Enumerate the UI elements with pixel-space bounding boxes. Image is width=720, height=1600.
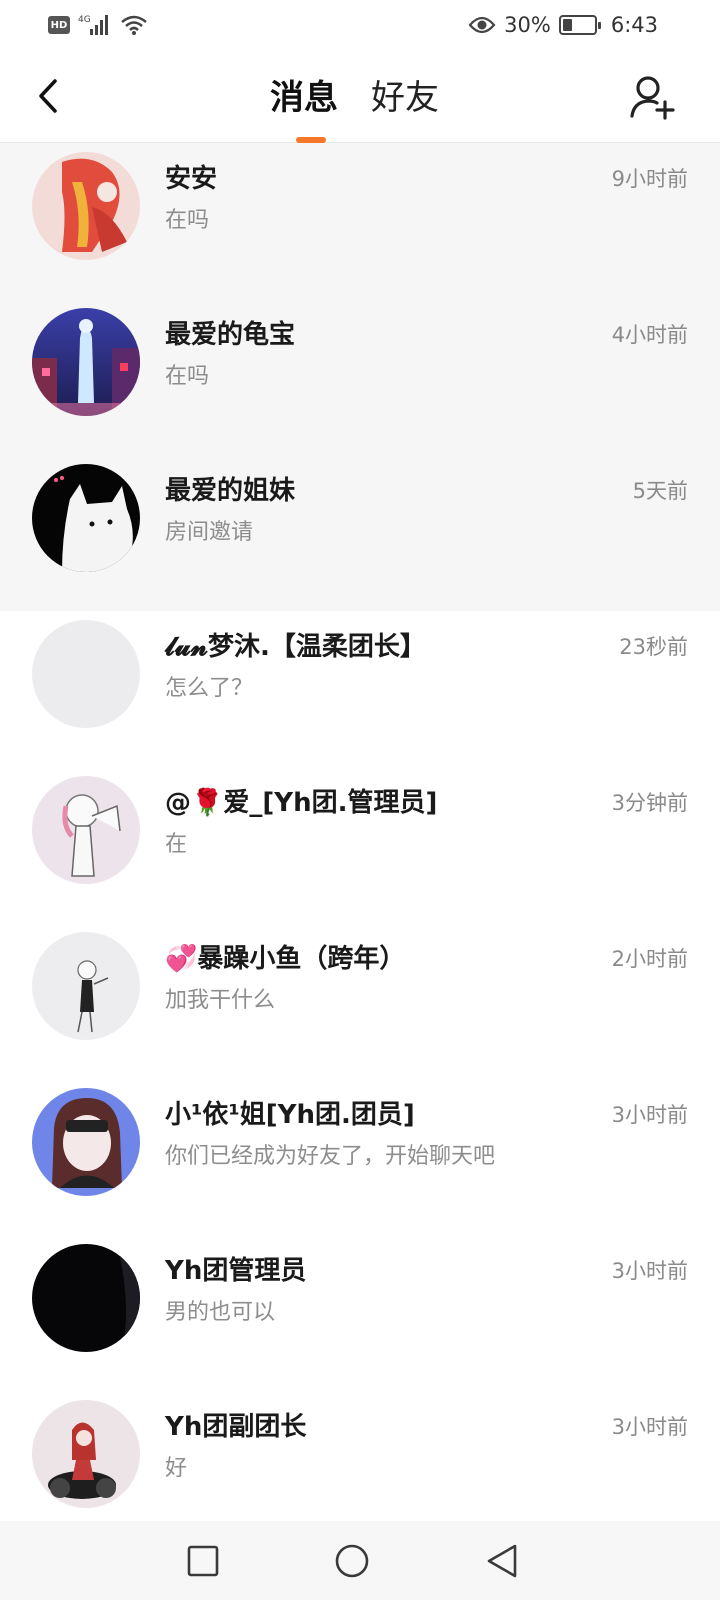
back-nav-button[interactable]: [480, 1539, 524, 1583]
contact-name: 𝓵𝓾𝓷梦沐.【温柔团长】: [165, 632, 426, 662]
status-left-icons: HD 4G: [48, 12, 148, 38]
avatar: [32, 620, 140, 728]
conversation-row[interactable]: 安安 9小时前 在吗: [0, 143, 720, 299]
message-time: 9小时前: [611, 167, 688, 191]
conversation-row[interactable]: Yh团管理员 3小时前 男的也可以: [0, 1235, 720, 1391]
message-time: 3小时前: [611, 1259, 688, 1283]
battery-percent: 30%: [504, 13, 551, 37]
avatar: [32, 308, 140, 416]
avatar: [32, 932, 140, 1040]
status-time: 6:43: [610, 13, 658, 37]
message-time: 4小时前: [611, 323, 688, 347]
message-time: 23秒前: [619, 635, 688, 659]
contact-name: 最爱的姐妹: [165, 476, 296, 506]
message-preview: 在: [165, 832, 188, 857]
status-right-icons: 30% 6:43: [468, 10, 658, 40]
avatar: [32, 1400, 140, 1508]
message-time: 5天前: [632, 479, 688, 503]
tab-friends[interactable]: 好友: [371, 74, 439, 122]
recents-square-icon: [187, 1545, 219, 1577]
contact-name: 💞暴躁小鱼（跨年）: [165, 944, 406, 974]
back-button[interactable]: [28, 74, 68, 118]
contact-name: @🌹爱_[Yh团.管理员]: [165, 788, 438, 818]
avatar: [32, 1088, 140, 1196]
battery-icon: [558, 15, 601, 35]
conversation-row[interactable]: 𝓵𝓾𝓷梦沐.【温柔团长】 23秒前 怎么了？: [0, 611, 720, 767]
message-preview: 怎么了？: [165, 676, 254, 701]
contact-name: Yh团管理员: [165, 1256, 307, 1286]
contact-name: 小¹依¹姐[Yh团.团员]: [165, 1100, 415, 1130]
contact-name: Yh团副团长: [165, 1412, 307, 1442]
contact-name: 最爱的龟宝: [165, 320, 296, 350]
message-time: 3分钟前: [611, 791, 688, 815]
message-preview: 你们已经成为好友了，开始聊天吧: [165, 1144, 496, 1169]
conversation-row[interactable]: 小¹依¹姐[Yh团.团员] 3小时前 你们已经成为好友了，开始聊天吧: [0, 1079, 720, 1235]
back-triangle-icon: [487, 1544, 517, 1578]
conversation-list: 安安 9小时前 在吗 最爱的龟宝 4小时前 在吗 最爱的姐妹 5天前 房间邀请 …: [0, 143, 720, 1547]
wifi-icon: [121, 15, 147, 35]
system-nav-bar: [0, 1521, 720, 1600]
home-circle-icon: [335, 1544, 369, 1578]
status-bar: HD 4G 30% 6:43: [0, 0, 720, 50]
contact-name: 安安: [165, 164, 218, 194]
add-user-icon: [630, 76, 675, 120]
message-preview: 好: [165, 1456, 188, 1481]
message-preview: 在吗: [165, 208, 210, 233]
home-button[interactable]: [330, 1539, 374, 1583]
message-time: 2小时前: [611, 947, 688, 971]
conversation-row[interactable]: 💞暴躁小鱼（跨年） 2小时前 加我干什么: [0, 923, 720, 1079]
conversation-row[interactable]: 最爱的姐妹 5天前 房间邀请: [0, 455, 720, 611]
avatar: [32, 464, 140, 572]
eye-icon: [468, 16, 496, 34]
message-preview: 加我干什么: [165, 988, 276, 1013]
message-preview: 房间邀请: [165, 520, 254, 545]
avatar: [32, 776, 140, 884]
4g-signal-icon: 4G: [78, 15, 108, 35]
network-label: 4G: [78, 15, 91, 25]
message-preview: 男的也可以: [165, 1300, 276, 1325]
tab-messages[interactable]: 消息: [270, 74, 338, 122]
message-time: 3小时前: [611, 1103, 688, 1127]
message-time: 3小时前: [611, 1415, 688, 1439]
recents-button[interactable]: [181, 1539, 225, 1583]
hd-icon: HD: [48, 16, 70, 34]
conversation-row[interactable]: @🌹爱_[Yh团.管理员] 3分钟前 在: [0, 767, 720, 923]
top-header: 消息 好友: [0, 50, 720, 143]
conversation-row[interactable]: 最爱的龟宝 4小时前 在吗: [0, 299, 720, 455]
battery-fill: [562, 19, 572, 31]
chevron-left-icon: [39, 79, 57, 113]
add-friend-button[interactable]: [628, 72, 678, 122]
avatar: [32, 152, 140, 260]
avatar: [32, 1244, 140, 1352]
message-preview: 在吗: [165, 364, 210, 389]
